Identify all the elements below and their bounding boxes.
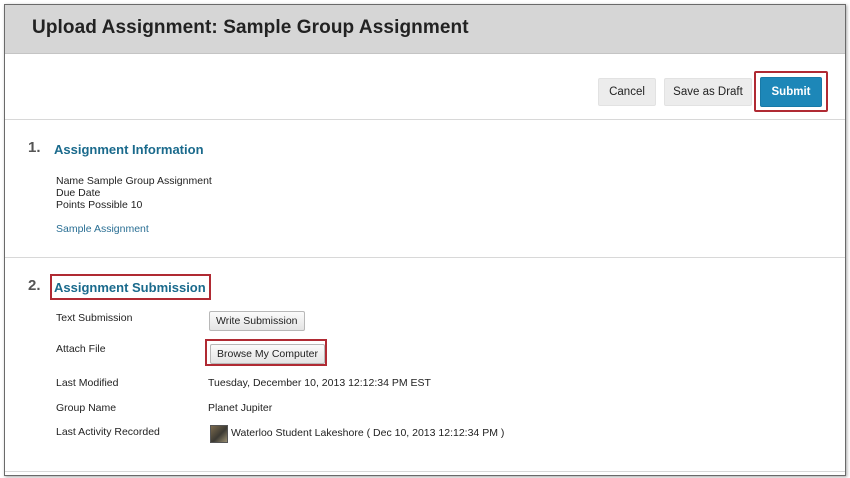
save-as-draft-button[interactable]: Save as Draft (664, 78, 752, 106)
attach-file-label: Attach File (56, 343, 106, 355)
upload-assignment-page: Upload Assignment: Sample Group Assignme… (4, 4, 846, 476)
step-number-1: 1. (28, 139, 41, 156)
points-possible-line: Points Possible 10 (56, 199, 143, 211)
step-number-2: 2. (28, 277, 41, 294)
due-date-line: Due Date (56, 187, 101, 199)
group-name-value: Planet Jupiter (208, 402, 273, 414)
last-modified-value: Tuesday, December 10, 2013 12:12:34 PM E… (208, 377, 431, 389)
cancel-button[interactable]: Cancel (598, 78, 656, 106)
text-submission-label: Text Submission (56, 312, 133, 324)
assignment-submission-section: 2. Assignment Submission Text Submission… (5, 258, 845, 472)
last-activity-value: Waterloo Student Lakeshore ( Dec 10, 201… (231, 427, 505, 439)
last-modified-label: Last Modified (56, 377, 119, 389)
group-name-label: Group Name (56, 402, 117, 414)
assignment-information-section: 1. Assignment Information Name Sample Gr… (5, 120, 845, 258)
submit-button[interactable]: Submit (760, 77, 822, 107)
last-activity-label: Last Activity Recorded (56, 426, 160, 438)
assignment-information-heading: Assignment Information (54, 142, 204, 157)
assignment-name-line: Name Sample Group Assignment (56, 175, 212, 187)
sample-assignment-link[interactable]: Sample Assignment (56, 223, 149, 235)
page-header: Upload Assignment: Sample Group Assignme… (5, 5, 845, 54)
write-submission-button[interactable]: Write Submission (209, 311, 305, 331)
browse-my-computer-button[interactable]: Browse My Computer (210, 344, 325, 364)
page-title: Upload Assignment: Sample Group Assignme… (32, 17, 469, 38)
assignment-submission-heading: Assignment Submission (54, 280, 206, 295)
user-avatar (210, 425, 228, 443)
action-toolbar: Cancel Save as Draft Submit (5, 54, 845, 120)
